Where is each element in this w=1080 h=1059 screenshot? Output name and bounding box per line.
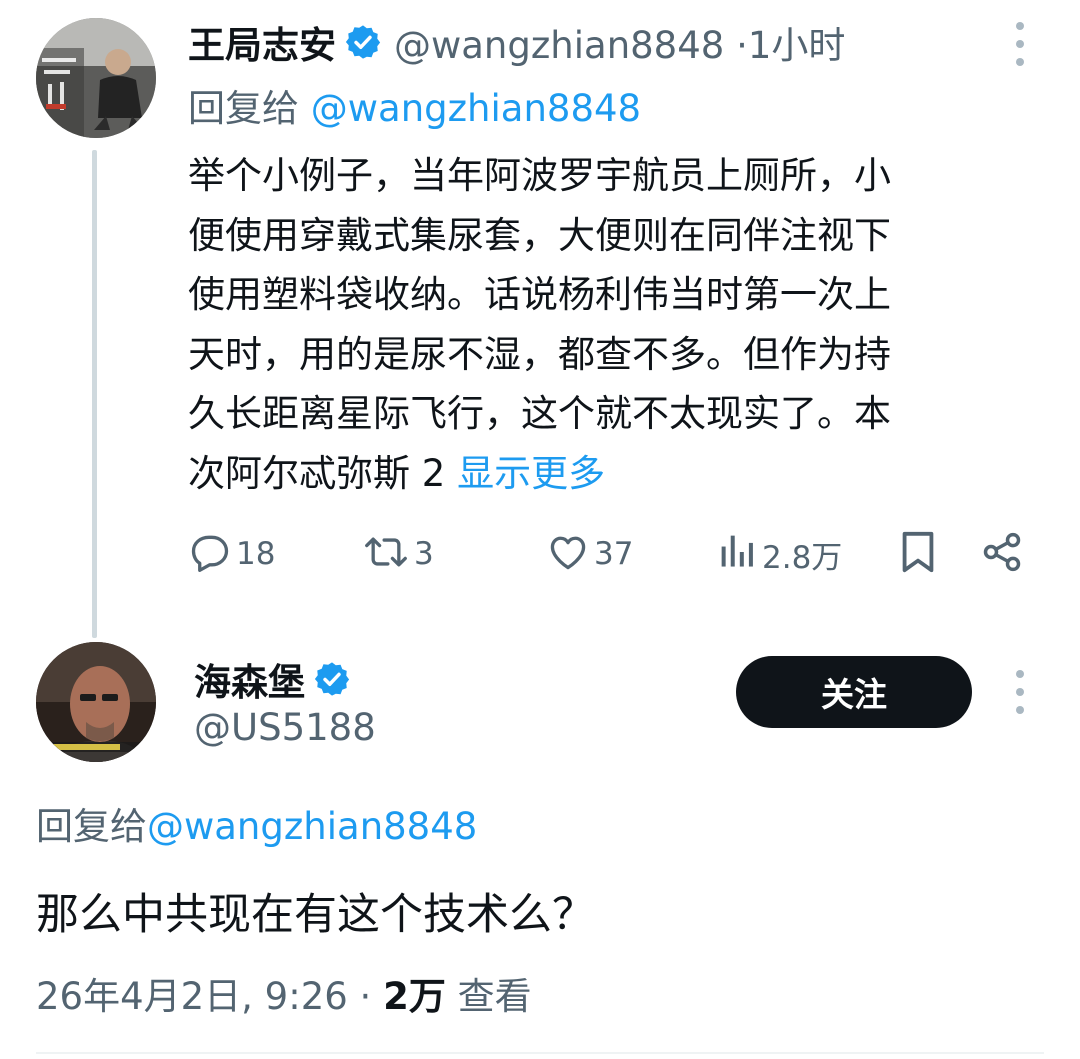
follow-button[interactable]: 关注 [736, 656, 972, 728]
parent-tweet-actions: 18 3 37 2.8万 [188, 528, 1028, 580]
tweet-thread: 王局志安 @wangzhian8848 ·1小时 回复给 @wangzhian8… [0, 0, 1080, 1059]
parent-tweet-text: 举个小例子，当年阿波罗宇航员上厕所，小 便使用穿戴式集尿套，大便则在同伴注视下 … [188, 154, 891, 495]
retweet-count: 3 [414, 536, 434, 572]
bookmark-icon [898, 529, 938, 579]
avatar[interactable] [36, 642, 156, 762]
like-button[interactable]: 37 [546, 528, 633, 580]
reply-icon [188, 530, 232, 578]
reply-to-line: 回复给 @wangzhian8848 [188, 87, 642, 130]
views-count: 2.8万 [762, 539, 843, 576]
main-tweet-author: 海森堡 [194, 652, 351, 706]
more-options-icon[interactable] [1014, 22, 1026, 66]
show-more-link[interactable]: 显示更多 [457, 452, 605, 495]
reply-to-line: 回复给@wangzhian8848 [36, 805, 478, 848]
like-count: 37 [594, 536, 634, 572]
like-icon [546, 530, 590, 578]
main-tweet-text: 那么中共现在有这个技术么？ [36, 890, 595, 940]
views-icon [718, 530, 758, 578]
views-label: 查看 [457, 975, 532, 1018]
handle[interactable]: @wangzhian8848 ·1小时 [394, 15, 845, 69]
reply-button[interactable]: 18 [188, 528, 275, 580]
retweet-button[interactable]: 3 [362, 528, 434, 580]
divider [36, 1052, 1044, 1054]
more-options-icon[interactable] [1014, 670, 1026, 714]
views-button[interactable]: 2.8万 [718, 528, 842, 580]
avatar[interactable] [36, 18, 156, 138]
handle[interactable]: @US5188 [194, 706, 376, 749]
share-icon [980, 530, 1024, 578]
timestamp[interactable]: 26年4月2日, 9:26 [36, 975, 348, 1018]
reply-count: 18 [236, 536, 276, 572]
verified-badge-icon [313, 660, 351, 698]
tweet-meta: 26年4月2日, 9:26 · 2万 查看 [36, 975, 532, 1018]
display-name[interactable]: 王局志安 [188, 15, 336, 69]
parent-tweet-header: 王局志安 @wangzhian8848 ·1小时 [188, 14, 845, 70]
reply-mention-link[interactable]: @wangzhian8848 [311, 87, 641, 130]
verified-badge-icon [344, 23, 382, 61]
thread-connector-line [92, 150, 97, 638]
retweet-icon [362, 530, 410, 578]
display-name[interactable]: 海森堡 [194, 652, 305, 706]
share-button[interactable] [980, 528, 1024, 580]
reply-mention-link[interactable]: @wangzhian8848 [147, 805, 477, 848]
views-count: 2万 [383, 975, 446, 1018]
bookmark-button[interactable] [898, 528, 938, 580]
